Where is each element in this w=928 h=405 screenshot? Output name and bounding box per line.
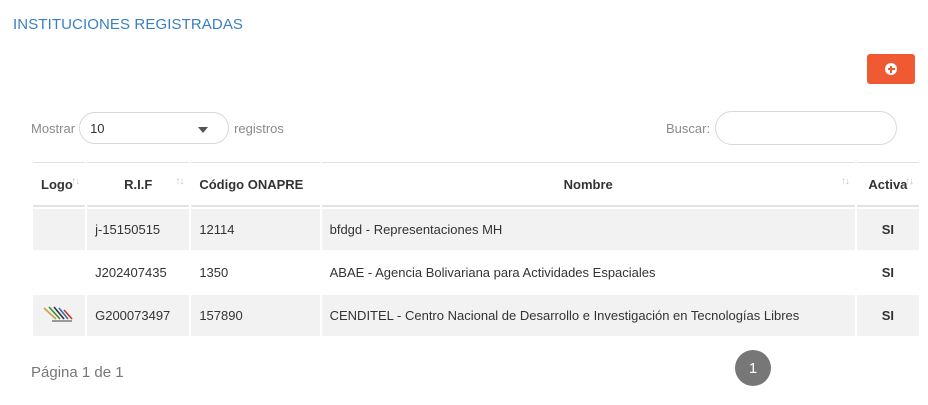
activa-cell: SI bbox=[856, 209, 919, 250]
table-row[interactable]: G200073497 157890 CENDITEL - Centro Naci… bbox=[33, 295, 919, 336]
cenditel-logo-icon bbox=[43, 306, 73, 322]
institutions-table: Logo ↑↓ R.I.F ↑↓ Código ONAPRE Nombre ↑↓… bbox=[31, 160, 921, 338]
sort-icon: ↑↓ bbox=[71, 176, 80, 187]
column-header-nombre[interactable]: Nombre ↑↓ bbox=[321, 162, 855, 207]
column-header-logo[interactable]: Logo ↑↓ bbox=[33, 162, 86, 207]
table-header-row: Logo ↑↓ R.I.F ↑↓ Código ONAPRE Nombre ↑↓… bbox=[33, 162, 919, 207]
page-title: INSTITUCIONES REGISTRADAS bbox=[13, 16, 244, 33]
page-length-value: 10 bbox=[90, 121, 105, 136]
sort-icon: ↑↓ bbox=[175, 176, 184, 187]
sort-icon: ↑↓ bbox=[905, 176, 914, 187]
logo-cell bbox=[33, 295, 86, 336]
rif-cell[interactable]: J202407435 bbox=[87, 252, 190, 293]
length-suffix-label: registros bbox=[234, 120, 284, 136]
nombre-cell: CENDITEL - Centro Nacional de Desarrollo… bbox=[321, 295, 855, 336]
column-header-activa[interactable]: Activa ↑↓ bbox=[856, 162, 919, 207]
nombre-cell: bfdgd - Representaciones MH bbox=[321, 209, 855, 250]
plus-circle-icon bbox=[885, 63, 897, 75]
sort-icon: ↑↓ bbox=[840, 176, 850, 187]
onapre-cell: 157890 bbox=[191, 295, 320, 336]
logo-cell bbox=[33, 252, 86, 293]
search-control: Buscar: bbox=[666, 111, 898, 145]
pagination-info: Página 1 de 1 bbox=[31, 364, 124, 381]
rif-cell[interactable]: j-15150515 bbox=[87, 209, 190, 250]
chevron-down-icon bbox=[198, 127, 209, 133]
page-length-select[interactable]: 10 bbox=[79, 112, 230, 144]
onapre-cell: 12114 bbox=[191, 209, 320, 250]
nombre-cell: ABAE - Agencia Bolivariana para Activida… bbox=[321, 252, 855, 293]
column-header-rif[interactable]: R.I.F ↑↓ bbox=[87, 162, 190, 207]
onapre-cell: 1350 bbox=[191, 252, 320, 293]
search-input[interactable] bbox=[715, 111, 898, 145]
column-header-codigo-onapre[interactable]: Código ONAPRE bbox=[191, 162, 320, 207]
activa-cell: SI bbox=[856, 252, 919, 293]
length-prefix-label: Mostrar bbox=[31, 120, 76, 136]
activa-cell: SI bbox=[856, 295, 919, 336]
table-row[interactable]: j-15150515 12114 bfdgd - Representacione… bbox=[33, 209, 919, 250]
length-control: Mostrar 10 registros bbox=[31, 111, 284, 145]
search-label: Buscar: bbox=[666, 120, 711, 136]
rif-cell[interactable]: G200073497 bbox=[87, 295, 190, 336]
add-institution-button[interactable] bbox=[867, 54, 915, 84]
table-row[interactable]: J202407435 1350 ABAE - Agencia Bolivaria… bbox=[33, 252, 919, 293]
logo-cell bbox=[33, 209, 86, 250]
pagination-page-button[interactable]: 1 bbox=[735, 350, 771, 386]
